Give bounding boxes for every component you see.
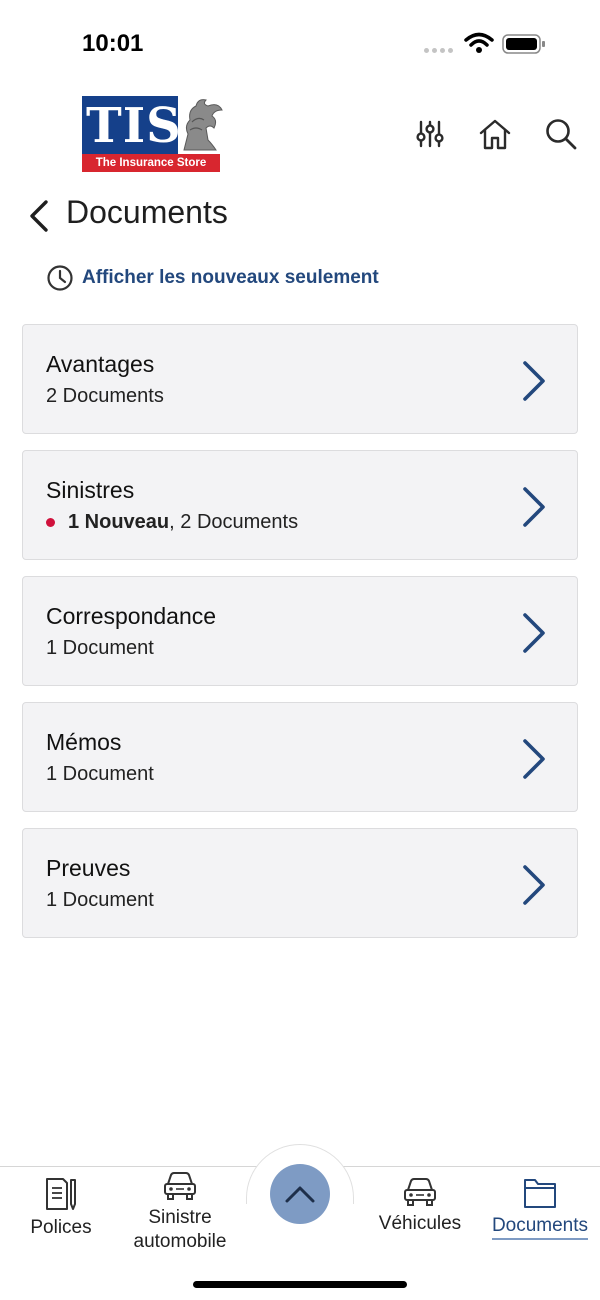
category-count: 1 Nouveau, 2 Documents (46, 511, 298, 534)
category-count: 2 Documents (46, 385, 164, 408)
category-title: Sinistres (46, 477, 135, 503)
category-card-sinistres[interactable]: Sinistres 1 Nouveau, 2 Documents (22, 450, 578, 560)
new-indicator-dot (46, 518, 55, 527)
chevron-right-icon (523, 739, 545, 779)
chevron-right-icon (523, 865, 545, 905)
category-title: Avantages (46, 351, 155, 377)
tab-label: Documents (491, 1214, 589, 1240)
home-icon[interactable] (477, 116, 513, 152)
griffin-logo-icon (178, 96, 224, 154)
category-card-avantages[interactable]: Avantages 2 Documents (22, 324, 578, 434)
tab-documents[interactable]: Documents (486, 1176, 594, 1240)
filter-sliders-icon[interactable] (412, 116, 448, 152)
category-title: Mémos (46, 729, 122, 755)
status-bar: 10:01 (0, 0, 600, 90)
category-card-preuves[interactable]: Preuves 1 Document (22, 828, 578, 938)
tab-vehicules[interactable]: Véhicules (372, 1176, 468, 1236)
tab-polices[interactable]: Polices (22, 1176, 100, 1240)
chevron-right-icon (523, 613, 545, 653)
search-icon[interactable] (543, 116, 579, 152)
new-count-label: 1 Nouveau (68, 511, 170, 533)
show-new-only-link[interactable]: Afficher les nouveaux seulement (46, 264, 379, 292)
tab-label-line2: automobile (133, 1231, 227, 1252)
expand-menu-button[interactable] (270, 1164, 330, 1224)
logo-subtitle: The Insurance Store (82, 154, 220, 172)
chevron-up-icon (285, 1186, 315, 1203)
car-claim-icon (164, 1172, 196, 1200)
logo-text: TIS (86, 98, 182, 154)
back-chevron-icon[interactable] (24, 196, 54, 236)
home-indicator[interactable] (193, 1281, 407, 1288)
document-count: 1 Document (46, 637, 154, 659)
chevron-right-icon (523, 487, 545, 527)
status-time: 10:01 (82, 30, 144, 57)
cellular-signal-icon (424, 48, 453, 53)
document-count: 1 Document (46, 763, 154, 785)
category-title: Preuves (46, 855, 131, 881)
document-count: , 2 Documents (169, 511, 299, 533)
car-icon (404, 1178, 436, 1206)
wifi-icon (464, 32, 494, 53)
battery-icon (502, 34, 545, 54)
show-new-only-label: Afficher les nouveaux seulement (82, 267, 379, 288)
tab-label: Polices (30, 1217, 92, 1238)
document-count: 1 Document (46, 889, 154, 911)
category-count: 1 Document (46, 763, 154, 786)
category-title: Correspondance (46, 603, 217, 629)
document-count: 2 Documents (46, 385, 164, 407)
category-card-correspondance[interactable]: Correspondance 1 Document (22, 576, 578, 686)
folder-icon (524, 1179, 556, 1208)
tab-sinistre-automobile[interactable]: Sinistre automobile (118, 1170, 242, 1254)
tab-label: Véhicules (378, 1213, 462, 1234)
category-card-memos[interactable]: Mémos 1 Document (22, 702, 578, 812)
tab-label-line1: Sinistre (148, 1207, 212, 1228)
policy-document-icon (46, 1178, 76, 1210)
chevron-right-icon (523, 361, 545, 401)
category-count: 1 Document (46, 889, 154, 912)
clock-icon (47, 265, 73, 291)
app-header: TIS The Insurance Store (0, 96, 600, 176)
category-count: 1 Document (46, 637, 154, 660)
document-category-list: Avantages 2 Documents Sinistres 1 Nouvea… (22, 324, 578, 954)
tis-logo[interactable]: TIS The Insurance Store (82, 96, 224, 172)
page-title: Documents (66, 194, 228, 230)
